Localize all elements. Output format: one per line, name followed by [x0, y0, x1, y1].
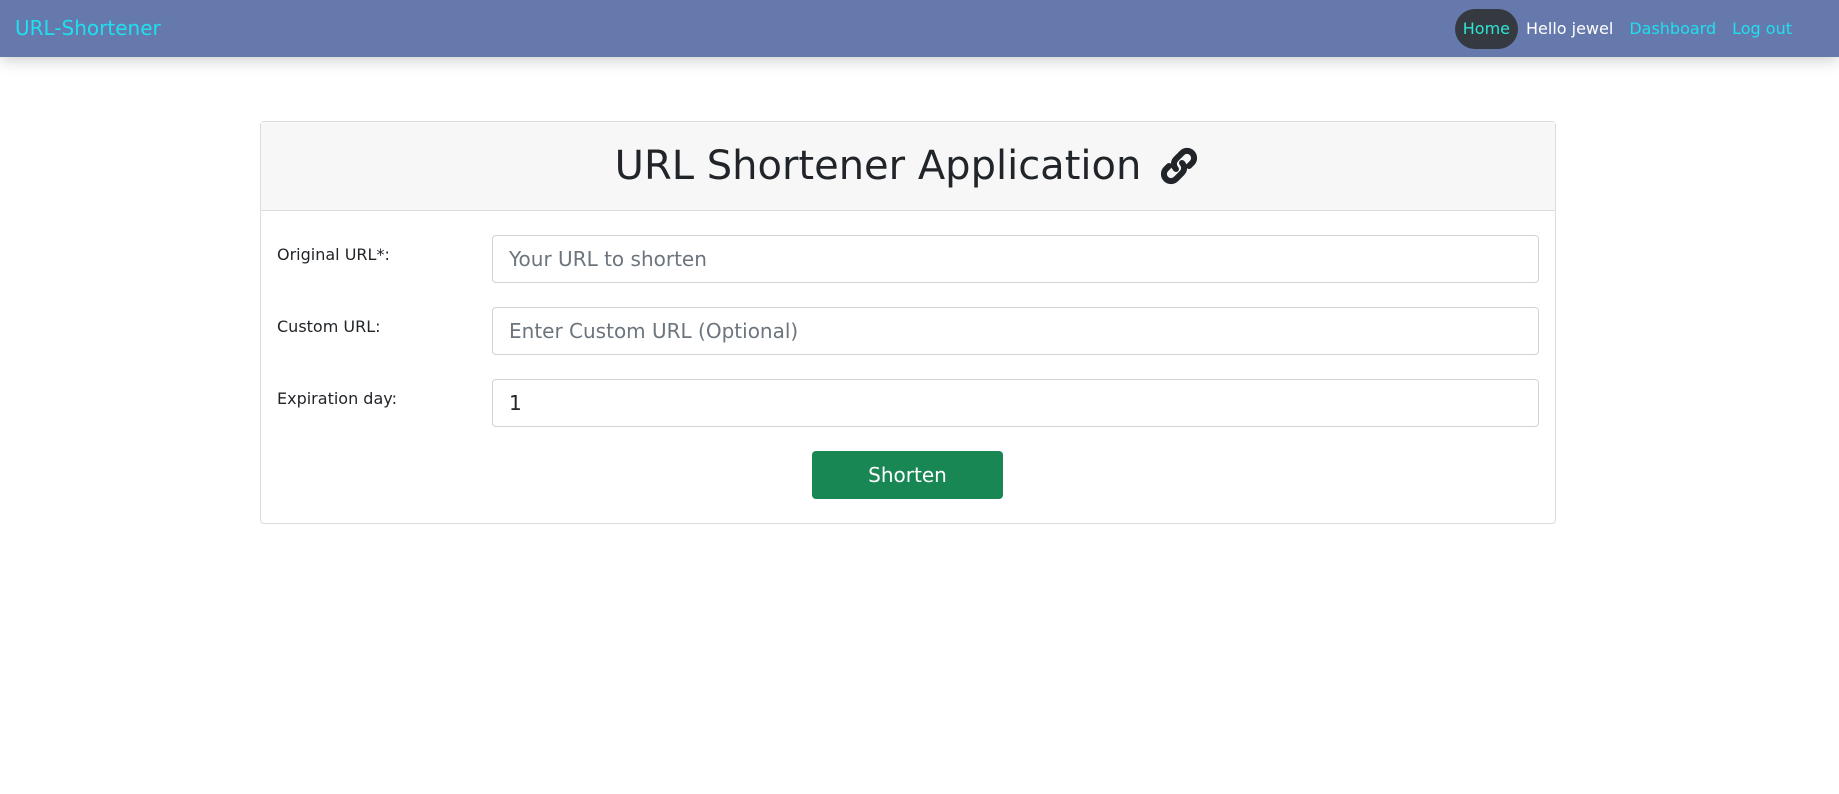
page-title-text: URL Shortener Application [614, 143, 1142, 189]
expiration-label: Expiration day: [277, 389, 397, 408]
expiration-row: Expiration day: [277, 379, 1539, 427]
original-url-label: Original URL*: [277, 245, 390, 264]
nav-links: Home Hello jewel Dashboard Log out [1454, 9, 1800, 49]
custom-url-row: Custom URL: [277, 307, 1539, 355]
custom-url-label: Custom URL: [277, 317, 381, 336]
brand-link[interactable]: URL-Shortener [15, 0, 161, 57]
navbar: URL-Shortener Home Hello jewel Dashboard… [0, 0, 1839, 57]
nav-home-link[interactable]: Home [1454, 9, 1518, 49]
card-header: URL Shortener Application [261, 122, 1555, 211]
link-icon [1157, 144, 1201, 188]
original-url-row: Original URL*: [277, 235, 1539, 283]
custom-url-input[interactable] [492, 307, 1539, 355]
page-title: URL Shortener Application [615, 143, 1202, 189]
expiration-input[interactable] [492, 379, 1539, 427]
nav-dashboard-link[interactable]: Dashboard [1621, 9, 1724, 49]
user-greeting: Hello jewel [1526, 19, 1614, 38]
shortener-card: URL Shortener Application Original URL*:… [260, 121, 1556, 524]
shorten-button[interactable]: Shorten [812, 451, 1003, 499]
nav-logout-link[interactable]: Log out [1724, 9, 1800, 49]
original-url-input[interactable] [492, 235, 1539, 283]
